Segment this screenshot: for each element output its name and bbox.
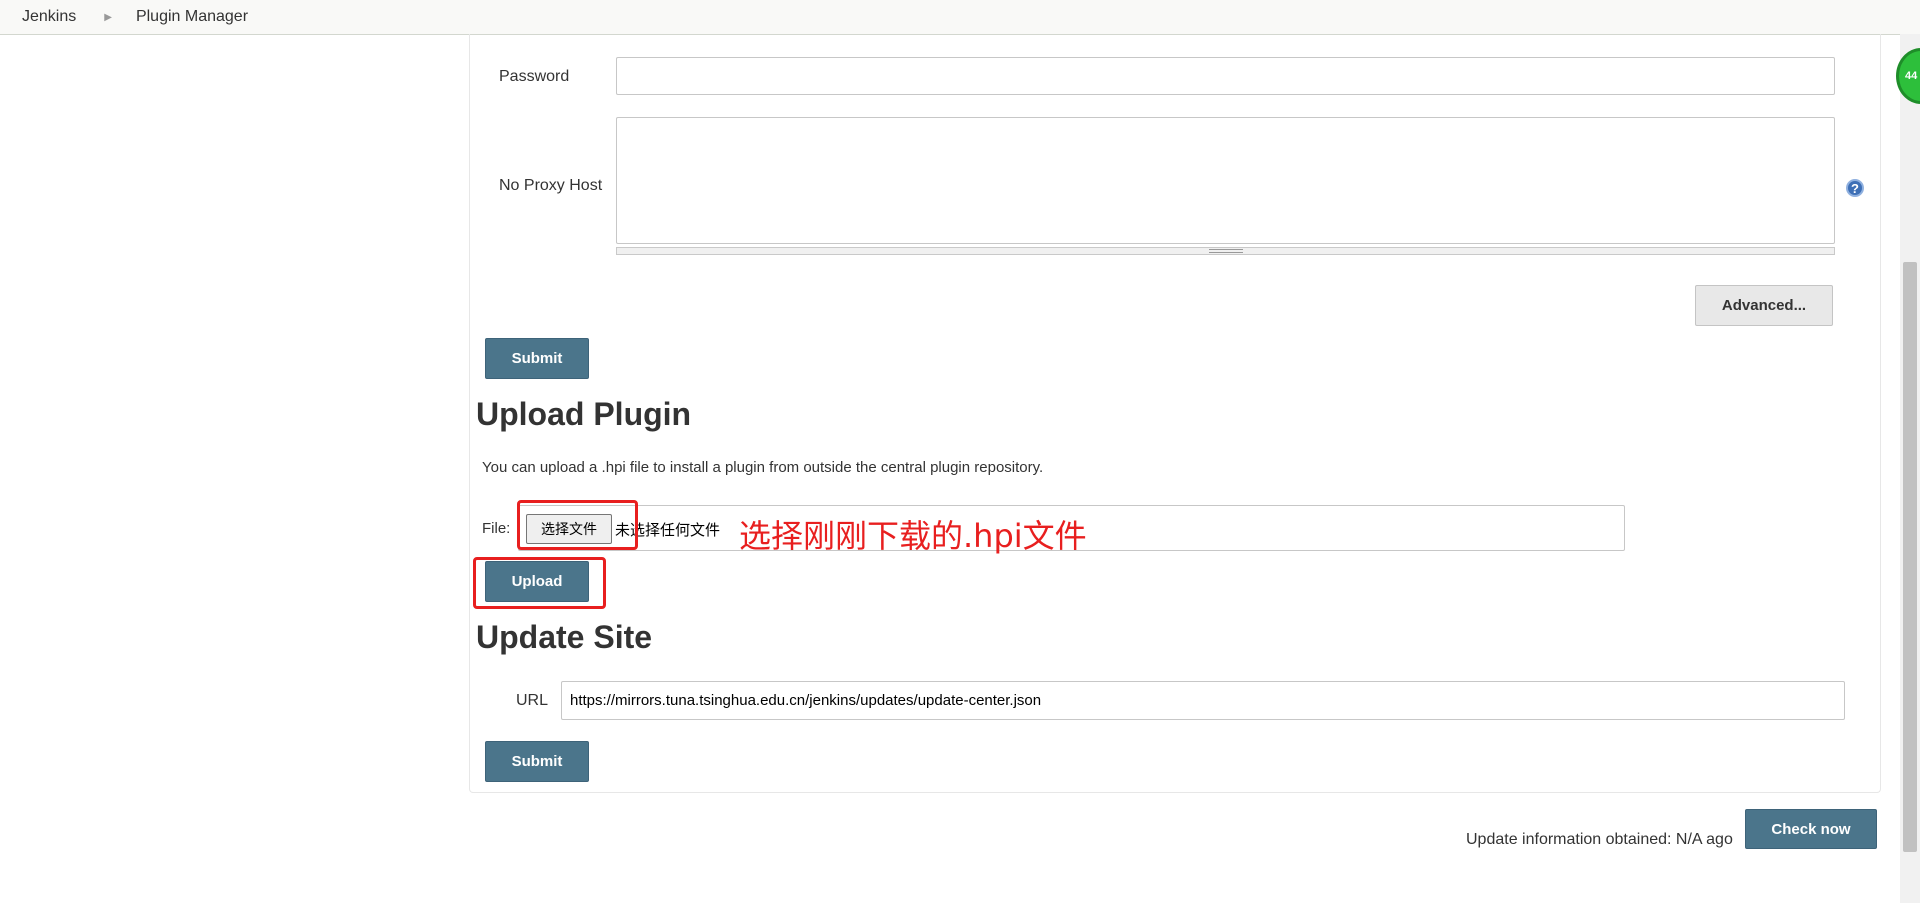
update-site-submit-button[interactable]: Submit bbox=[485, 741, 589, 782]
grip-icon bbox=[1208, 249, 1243, 253]
proxy-submit-button[interactable]: Submit bbox=[485, 338, 589, 379]
help-icon[interactable]: ? bbox=[1846, 179, 1864, 197]
update-site-url-input[interactable]: https://mirrors.tuna.tsinghua.edu.cn/jen… bbox=[561, 681, 1845, 720]
breadcrumb-plugin-manager[interactable]: Plugin Manager bbox=[136, 8, 248, 26]
password-field[interactable] bbox=[616, 57, 1835, 95]
annotation-text: 选择刚刚下载的.hpi文件 bbox=[739, 517, 1087, 555]
advanced-button[interactable]: Advanced... bbox=[1695, 285, 1833, 326]
upload-plugin-description: You can upload a .hpi file to install a … bbox=[482, 459, 1044, 476]
scrollbar-thumb[interactable] bbox=[1903, 262, 1917, 852]
triangle-right-icon: ▶ bbox=[104, 11, 112, 23]
annotation-box-choose-file bbox=[517, 500, 638, 550]
no-proxy-host-label: No Proxy Host bbox=[499, 177, 603, 194]
file-label: File: bbox=[482, 520, 511, 537]
textarea-resize-handle[interactable] bbox=[616, 247, 1835, 255]
check-now-button[interactable]: Check now bbox=[1745, 809, 1877, 849]
password-label: Password bbox=[499, 68, 570, 85]
url-label: URL bbox=[516, 692, 549, 709]
update-information-text: Update information obtained: N/A ago bbox=[1466, 831, 1733, 848]
update-site-heading: Update Site bbox=[476, 619, 653, 655]
upload-plugin-heading: Upload Plugin bbox=[476, 396, 692, 432]
breadcrumb-jenkins[interactable]: Jenkins bbox=[22, 8, 76, 26]
breadcrumb: Jenkins ▶ Plugin Manager bbox=[0, 0, 1920, 35]
no-proxy-host-textarea[interactable] bbox=[616, 117, 1835, 244]
annotation-box-upload bbox=[473, 557, 606, 609]
